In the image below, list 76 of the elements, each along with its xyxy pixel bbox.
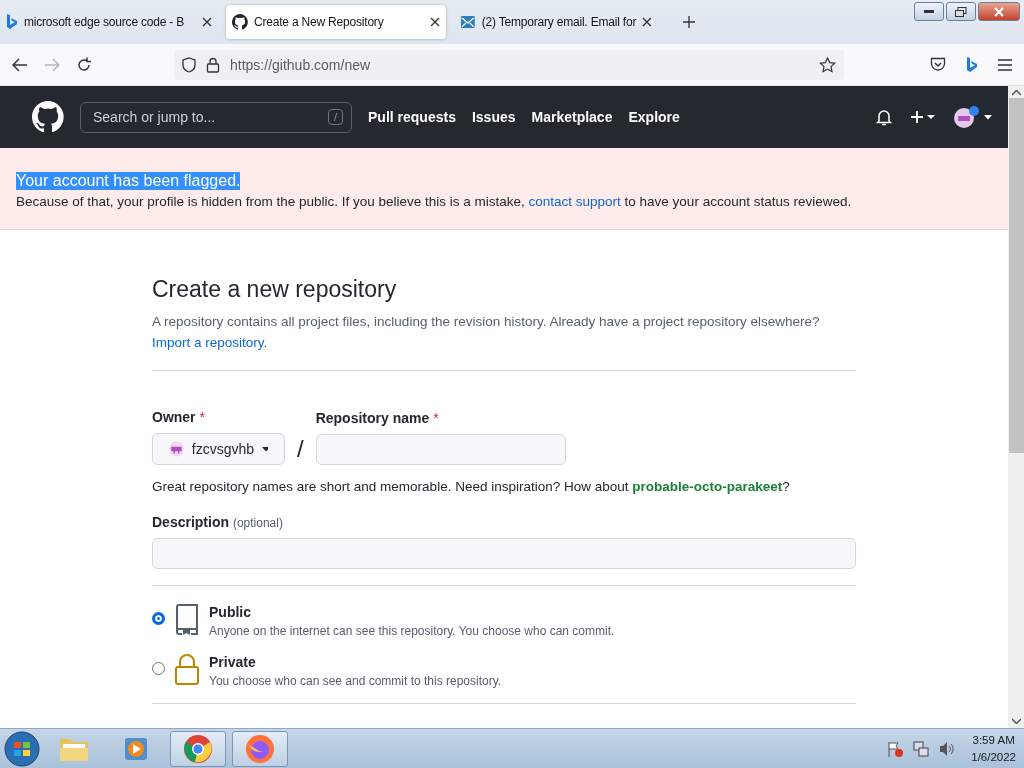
chrome-icon [183, 733, 213, 764]
owner-dropdown[interactable]: fzcvsgvhb [152, 433, 285, 465]
new-tab-icon[interactable] [682, 15, 696, 29]
start-button[interactable] [4, 730, 40, 767]
lock-icon[interactable] [206, 56, 220, 73]
firefox-icon [245, 733, 275, 764]
flag-icon[interactable] [887, 740, 904, 757]
flash-message: Because of that, your profile is hidden from the public. If you believe this is a mistake, contact support to have your account status reviewed. [16, 194, 853, 209]
caret-icon [262, 446, 268, 452]
restore-button[interactable] [946, 2, 976, 21]
import-link[interactable]: Import a repository. [152, 335, 268, 350]
github-icon [232, 14, 248, 30]
speaker-icon[interactable] [939, 740, 956, 757]
taskbar-item[interactable] [232, 730, 288, 767]
name-hint: Great repository names are short and memorable. Need inspiration? How about probable-octo-parakeet? [152, 479, 791, 494]
field-label: Owner [152, 409, 196, 425]
scroll-down-icon[interactable] [1011, 718, 1021, 725]
bing-icon [6, 14, 18, 30]
repository-name-field[interactable] [315, 434, 566, 465]
scrollbar[interactable] [1008, 86, 1024, 729]
close-icon[interactable] [202, 17, 212, 27]
lock-icon [175, 654, 199, 686]
close-icon[interactable] [642, 17, 652, 27]
scrollbar-thumb[interactable] [1008, 98, 1024, 453]
back-icon[interactable] [12, 57, 28, 72]
contact-support-link[interactable]: contact support [528, 194, 621, 209]
taskbar-item[interactable] [170, 730, 226, 767]
scroll-up-icon[interactable] [1011, 90, 1021, 96]
github-logo-icon[interactable] [32, 101, 64, 133]
flash-title: Your account has been flagged. [16, 172, 241, 190]
nav-link[interactable]: Marketplace [531, 109, 613, 125]
bell-icon[interactable] [876, 108, 892, 126]
clock[interactable]: 3:59 AM 1/6/2022 [971, 731, 1016, 766]
visibility-label: Public [209, 604, 252, 620]
nav-link[interactable]: Explore [628, 109, 680, 125]
field-label: Description [152, 514, 229, 530]
avatar-icon [954, 106, 980, 128]
required-mark: * [199, 409, 206, 425]
nav-link[interactable]: Pull requests [368, 109, 456, 125]
browser-tab[interactable]: (2) Temporary email. Email for [454, 5, 658, 39]
field-label: Repository name [315, 410, 430, 426]
star-icon[interactable] [819, 56, 836, 73]
intro-text: A repository contains all project files, including the revision history. Already have a project repository elsewhere? [152, 314, 820, 329]
visibility-description: Anyone on the internet can see this repository. You choose who can commit. [209, 624, 615, 638]
visibility-description: You choose who can see and commit to this repository. [209, 674, 502, 688]
close-icon[interactable] [430, 17, 440, 27]
caret-icon [984, 114, 992, 120]
close-icon [994, 6, 1004, 17]
avatar-menu[interactable] [954, 106, 992, 128]
bing-icon[interactable] [966, 56, 978, 73]
browser-tab[interactable]: microsoft edge source code - B [0, 5, 218, 39]
description-field[interactable] [152, 538, 856, 569]
minimize-icon [924, 9, 934, 14]
avatar-icon [169, 439, 184, 459]
envelope-icon [460, 14, 476, 30]
address-bar[interactable]: https://github.com/new [174, 49, 844, 80]
menu-icon[interactable] [998, 58, 1012, 71]
separator-slash: / [296, 435, 305, 464]
book-icon [175, 604, 199, 636]
shortcut-key: / [327, 109, 343, 125]
reload-icon[interactable] [76, 56, 92, 73]
restore-icon [955, 6, 967, 17]
plus-dropdown-icon[interactable] [910, 110, 936, 124]
required-mark: * [433, 410, 439, 426]
minimize-button[interactable] [914, 2, 944, 21]
optional-note: (optional) [232, 516, 283, 530]
search-field[interactable]: Search or jump to... / [80, 101, 352, 133]
browser-tab[interactable]: Create a New Repository [226, 5, 446, 39]
radio-button[interactable] [152, 612, 165, 625]
shield-icon[interactable] [182, 56, 196, 73]
close-window-button[interactable] [978, 2, 1020, 21]
page-heading: Create a new repository [152, 276, 398, 303]
visibility-label: Private [209, 654, 257, 670]
nav-link[interactable]: Issues [471, 109, 516, 125]
media-player-icon [123, 735, 149, 762]
pocket-icon[interactable] [930, 57, 946, 72]
